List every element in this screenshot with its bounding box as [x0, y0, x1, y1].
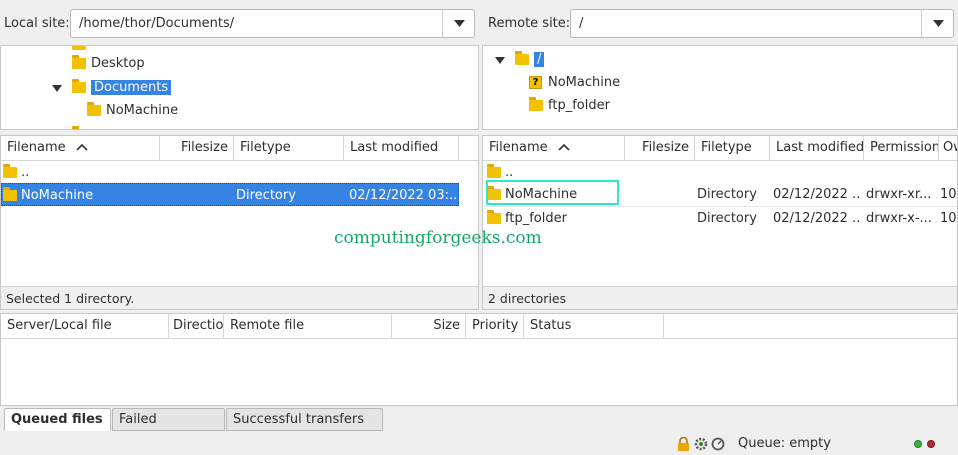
column-header-extra	[459, 136, 478, 161]
column-header-label: Filename	[489, 140, 548, 155]
local-site-dropdown-button[interactable]	[442, 10, 474, 37]
column-header-permissions[interactable]: Permission	[864, 136, 939, 161]
column-header-direction[interactable]: Directio	[169, 314, 224, 339]
column-header-filesize[interactable]: Filesize	[160, 136, 234, 161]
remote-site-path[interactable]: /	[579, 16, 583, 31]
column-header-filetype[interactable]: Filetype	[234, 136, 344, 161]
file-permissions: drwxr-xr...	[866, 187, 932, 202]
transfer-queue[interactable]: Server/Local file Directio Remote file S…	[0, 313, 958, 406]
queue-status-text: Queue: empty	[738, 436, 831, 451]
table-row-selected[interactable]: NoMachine Directory 02/12/2022 03:...	[1, 183, 459, 206]
file-name: NoMachine	[21, 188, 94, 203]
column-header-label: Filename	[7, 140, 66, 155]
column-header-filename[interactable]: Filename	[1, 136, 160, 161]
tab-failed-transfers[interactable]: Failed transfers	[112, 408, 225, 449]
column-header-filetype[interactable]: Filetype	[695, 136, 770, 161]
remote-status-text: 2 directories	[483, 286, 957, 309]
remote-site-label: Remote site:	[488, 16, 571, 31]
folder-icon	[87, 102, 101, 116]
folder-icon	[72, 55, 86, 69]
local-directory-tree[interactable]: Desktop Documents NoMachine	[0, 45, 479, 130]
gear-icon	[694, 437, 708, 451]
column-header-priority[interactable]: Priority	[466, 314, 524, 339]
column-header-status[interactable]: Status	[524, 314, 664, 339]
receive-indicator-icon	[914, 440, 922, 448]
status-bar: Queue: empty	[0, 432, 958, 455]
column-header-last-modified[interactable]: Last modified	[770, 136, 864, 161]
folder-icon	[515, 51, 529, 65]
folder-icon	[529, 97, 543, 111]
remote-site-bar: Remote site: /	[482, 0, 958, 45]
file-modified: 02/12/2022 03:...	[349, 188, 457, 203]
remote-file-list[interactable]: Filename Filesize Filetype Last modified…	[482, 135, 958, 310]
column-header-filler	[664, 314, 957, 339]
file-name: ftp_folder	[505, 211, 567, 226]
column-header-remote-file[interactable]: Remote file	[224, 314, 392, 339]
file-type: Directory	[697, 211, 757, 226]
tree-item-label: NoMachine	[548, 75, 621, 90]
file-modified: 02/12/2022 ...	[773, 211, 861, 226]
unknown-folder-icon: ?	[529, 76, 542, 89]
file-name: ..	[21, 165, 30, 180]
file-modified: 02/12/2022 ...	[773, 187, 861, 202]
tree-item-label: /	[534, 52, 545, 67]
highlight-box	[486, 180, 619, 205]
local-site-bar: Local site: /home/thor/Documents/	[0, 0, 480, 45]
tab-queued-files[interactable]: Queued files	[4, 408, 111, 431]
table-row[interactable]: ftp_folder Directory 02/12/2022 ... drwx…	[483, 206, 957, 230]
sort-ascending-icon	[558, 143, 570, 151]
folder-icon	[3, 184, 17, 207]
table-row[interactable]: ..	[1, 161, 459, 184]
folder-icon	[72, 79, 86, 93]
tree-item-nomachine[interactable]: NoMachine	[87, 100, 178, 121]
folder-icon	[72, 46, 86, 50]
local-file-list[interactable]: Filename Filesize Filetype Last modified…	[0, 135, 479, 310]
speed-limit-icon	[711, 437, 725, 451]
sort-ascending-icon	[76, 143, 88, 151]
tree-item-desktop[interactable]: Desktop	[72, 53, 145, 74]
tree-item-label: ftp_folder	[548, 98, 610, 113]
folder-icon	[487, 207, 501, 230]
lock-icon	[678, 437, 689, 451]
local-site-combo[interactable]: /home/thor/Documents/	[70, 9, 475, 38]
folder-icon	[72, 126, 79, 129]
file-owner: 10	[940, 187, 957, 202]
remote-site-combo[interactable]: /	[570, 9, 954, 38]
file-type: Directory	[236, 188, 296, 203]
expand-triangle-icon[interactable]	[495, 57, 505, 64]
column-header-last-modified[interactable]: Last modified	[344, 136, 459, 161]
folder-icon	[3, 161, 17, 184]
tree-item-documents[interactable]: Documents	[72, 77, 172, 98]
tree-item-partial	[72, 124, 91, 129]
column-header-size[interactable]: Size	[392, 314, 466, 339]
tree-item-label: Desktop	[91, 56, 145, 71]
watermark-text: computingforgeeks.com	[334, 228, 542, 248]
local-site-path[interactable]: /home/thor/Documents/	[79, 16, 234, 31]
file-permissions: drwxr-x-...	[866, 211, 932, 226]
remote-site-dropdown-button[interactable]	[921, 10, 953, 37]
local-site-label: Local site:	[4, 16, 70, 31]
column-header-owner[interactable]: Ow	[939, 136, 957, 161]
column-header-filesize[interactable]: Filesize	[625, 136, 695, 161]
tab-successful-transfers[interactable]: Successful transfers (1)	[226, 408, 383, 449]
tree-item-nomachine[interactable]: ? NoMachine	[529, 72, 620, 93]
remote-directory-tree[interactable]: / ? NoMachine ftp_folder	[482, 45, 958, 130]
column-header-server-local-file[interactable]: Server/Local file	[1, 314, 169, 339]
tree-item-label: Documents	[91, 80, 172, 95]
file-type: Directory	[697, 187, 757, 202]
local-status-text: Selected 1 directory.	[1, 286, 478, 309]
chevron-down-icon	[454, 20, 465, 27]
expand-triangle-icon[interactable]	[52, 85, 62, 92]
tree-item-label: NoMachine	[106, 103, 179, 118]
tree-item-root[interactable]: /	[515, 49, 545, 70]
column-header-filename[interactable]: Filename	[483, 136, 625, 161]
chevron-down-icon	[933, 20, 944, 27]
tree-item-ftp-folder[interactable]: ftp_folder	[529, 95, 610, 116]
send-indicator-icon	[927, 440, 935, 448]
file-owner: 10	[940, 211, 957, 226]
